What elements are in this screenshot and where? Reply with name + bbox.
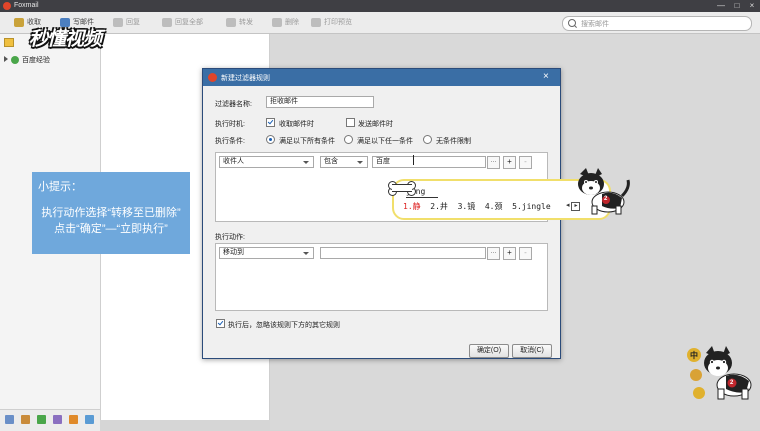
dog-badge-2: 2: [604, 196, 608, 202]
ok-button[interactable]: 确定(O): [469, 344, 509, 358]
ime-candidate-4[interactable]: 4.颈: [485, 202, 503, 211]
timing-label: 执行时机:: [215, 121, 245, 128]
condition-browse-button[interactable]: ···: [487, 156, 500, 169]
reply-label: 回复: [126, 19, 140, 26]
dialog-close-button[interactable]: ×: [543, 71, 549, 83]
reply-all-icon: [162, 17, 172, 27]
reply-icon: [113, 17, 123, 27]
condition-label: 执行条件:: [215, 138, 245, 145]
remove-condition-button[interactable]: -: [519, 156, 532, 169]
action-target-input[interactable]: [320, 247, 486, 259]
ime-prev-page-button[interactable]: ◂: [566, 202, 570, 209]
ime-candidate-2[interactable]: 2.井: [430, 202, 448, 211]
ime-candidate-3[interactable]: 3.镜: [458, 202, 476, 211]
search-icon: [568, 19, 576, 27]
print-preview-label: 打印预览: [324, 19, 352, 26]
contacts-icon[interactable]: [21, 415, 30, 424]
close-window-button[interactable]: ×: [746, 1, 758, 11]
remove-action-button[interactable]: -: [519, 247, 532, 260]
mailbox-folder-icon[interactable]: [4, 38, 14, 47]
dialog-header: 新建过滤器规则 ×: [203, 69, 560, 86]
add-action-button[interactable]: +: [503, 247, 516, 260]
action-browse-button[interactable]: ···: [487, 247, 500, 260]
ime-candidate-5[interactable]: 5.jingle: [512, 202, 551, 211]
tip-line-1: 执行动作选择“转移至已删除”: [41, 207, 181, 219]
apps-icon[interactable]: [85, 415, 94, 424]
forward-icon: [226, 17, 236, 27]
reply-all-label: 回复全部: [175, 19, 203, 26]
reply-all-button[interactable]: 回复全部: [162, 16, 203, 29]
match-all-label: 满足以下所有条件: [279, 138, 335, 145]
title-bar: Foxmail — □ ×: [0, 0, 760, 12]
printer-icon: [311, 17, 321, 27]
search-input[interactable]: 搜索邮件: [562, 16, 752, 31]
calendar-icon[interactable]: [37, 415, 46, 424]
match-all-radio[interactable]: [266, 135, 275, 144]
watermark-logo: 秒懂视频: [29, 29, 102, 50]
dog-badge-zhong: 中: [690, 351, 698, 360]
match-any-radio[interactable]: [344, 135, 353, 144]
action-label: 执行动作:: [215, 234, 245, 241]
on-receive-label: 收取邮件时: [279, 121, 314, 128]
forward-button[interactable]: 转发: [226, 16, 253, 29]
dog-mascot-icon: [578, 168, 630, 215]
ime-candidate-1[interactable]: 1.静: [403, 202, 421, 211]
condition-field-select[interactable]: 收件人: [219, 156, 314, 168]
tip-line-2: 点击“确定”—“立即执行”: [54, 223, 168, 235]
search-placeholder: 搜索邮件: [581, 21, 609, 28]
bone-icon: [388, 181, 416, 192]
tip-title: 小提示：: [38, 181, 82, 193]
foxmail-logo-icon: [208, 73, 217, 82]
condition-operator-select[interactable]: 包含: [320, 156, 368, 168]
print-preview-button[interactable]: 打印预览: [311, 16, 352, 29]
on-send-checkbox[interactable]: [346, 118, 355, 127]
dog-badge-2b: 2: [730, 380, 734, 386]
match-any-label: 满足以下任一条件: [357, 138, 413, 145]
forward-label: 转发: [239, 19, 253, 26]
text-cursor-icon: [413, 155, 414, 165]
condition-value-input[interactable]: 百度: [372, 156, 486, 168]
no-condition-radio[interactable]: [423, 135, 432, 144]
account-icon: [11, 56, 19, 65]
no-condition-label: 无条件限制: [436, 138, 471, 145]
minimize-button[interactable]: —: [715, 1, 727, 11]
sidebar-item-account[interactable]: 百度经验: [4, 55, 50, 65]
ime-candidate-list: 1.静 2.井 3.镜 4.颈 5.jingle: [403, 201, 551, 212]
filter-name-label: 过滤器名称:: [215, 101, 252, 108]
status-bar: [0, 409, 100, 431]
window-title: Foxmail: [14, 2, 39, 9]
filter-name-input[interactable]: 拒收邮件: [266, 96, 374, 108]
cancel-button[interactable]: 取消(C): [512, 344, 552, 358]
tip-box: 小提示： 执行动作选择“转移至已删除” 点击“确定”—“立即执行”: [32, 172, 190, 254]
stop-processing-checkbox[interactable]: [216, 319, 225, 328]
dialog-title: 新建过滤器规则: [221, 75, 270, 82]
ime-candidate-1-text: 1.静: [403, 202, 421, 211]
add-condition-button[interactable]: +: [503, 156, 516, 169]
account-label: 百度经验: [22, 57, 50, 64]
expand-arrow-icon[interactable]: [4, 56, 8, 62]
action-select[interactable]: 移动到: [219, 247, 314, 259]
reply-button[interactable]: 回复: [113, 16, 140, 29]
notes-icon[interactable]: [53, 415, 62, 424]
stop-processing-label: 执行后，忽略该规则下方的其它规则: [228, 322, 340, 329]
inbox-icon: [14, 17, 24, 27]
delete-icon: [272, 17, 282, 27]
delete-button[interactable]: 删除: [272, 16, 299, 29]
delete-label: 删除: [285, 19, 299, 26]
rss-icon[interactable]: [69, 415, 78, 424]
action-panel: 移动到 ··· + -: [215, 243, 548, 311]
mail-icon[interactable]: [5, 415, 14, 424]
on-send-label: 发送邮件时: [358, 121, 393, 128]
on-receive-checkbox[interactable]: [266, 118, 275, 127]
foxmail-logo-icon: [3, 2, 11, 10]
maximize-button[interactable]: □: [731, 1, 743, 11]
